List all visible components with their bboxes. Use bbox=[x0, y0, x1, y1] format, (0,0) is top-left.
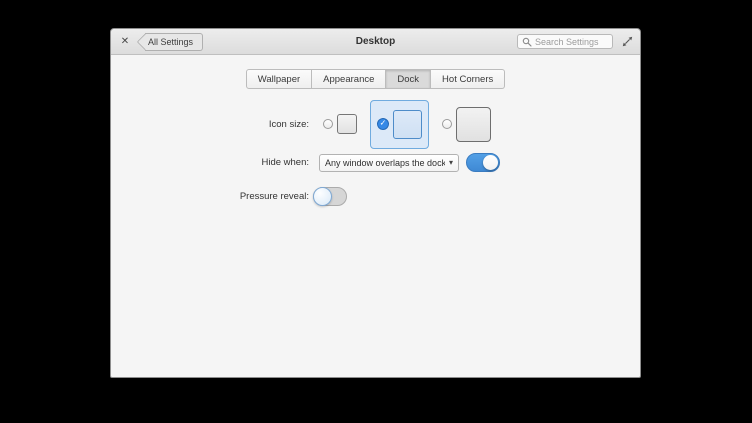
dock-preview-small[interactable] bbox=[337, 114, 357, 134]
pressure-reveal-row: Pressure reveal: bbox=[111, 187, 640, 206]
close-icon[interactable]: ✕ bbox=[117, 34, 133, 50]
radio-small[interactable] bbox=[323, 119, 333, 129]
icon-size-label: Icon size: bbox=[268, 118, 309, 130]
back-button-all-settings[interactable]: All Settings bbox=[145, 32, 204, 51]
resize-icon[interactable] bbox=[620, 34, 634, 50]
icon-size-option-small[interactable] bbox=[323, 114, 357, 134]
toggle-knob bbox=[483, 155, 498, 170]
hide-when-dropdown[interactable]: Any window overlaps the dock ▾ bbox=[319, 153, 459, 172]
tab-appearance[interactable]: Appearance bbox=[312, 69, 387, 89]
chevron-down-icon: ▾ bbox=[448, 158, 453, 167]
tab-wallpaper[interactable]: Wallpaper bbox=[245, 69, 313, 89]
dock-preview-medium[interactable] bbox=[393, 109, 422, 139]
hide-when-toggle[interactable] bbox=[466, 153, 500, 172]
check-icon: ✓ bbox=[379, 118, 387, 128]
toggle-knob bbox=[313, 187, 332, 206]
tab-hot-corners[interactable]: Hot Corners bbox=[431, 69, 506, 89]
icon-size-option-large[interactable] bbox=[442, 106, 491, 142]
settings-window: ✕ All Settings Desktop Wallpaper App bbox=[110, 28, 641, 378]
hide-when-row: Hide when: Any window overlaps the dock … bbox=[111, 153, 640, 172]
radio-large[interactable] bbox=[442, 119, 452, 129]
search-input[interactable] bbox=[535, 36, 608, 47]
pressure-reveal-toggle[interactable] bbox=[313, 187, 347, 206]
back-button-label: All Settings bbox=[148, 36, 194, 47]
search-icon bbox=[522, 37, 532, 47]
icon-size-row: Icon size: ✓ bbox=[111, 99, 640, 149]
icon-size-option-medium[interactable]: ✓ bbox=[370, 99, 429, 149]
tab-dock[interactable]: Dock bbox=[386, 69, 432, 89]
dock-preview-large[interactable] bbox=[456, 106, 491, 142]
radio-medium-checked[interactable]: ✓ bbox=[377, 118, 389, 130]
hide-when-dropdown-value: Any window overlaps the dock bbox=[325, 157, 445, 168]
category-tabbar: Wallpaper Appearance Dock Hot Corners bbox=[111, 69, 640, 89]
hide-when-label: Hide when: bbox=[261, 157, 309, 168]
icon-size-options: ✓ bbox=[323, 99, 491, 149]
pressure-reveal-label: Pressure reveal: bbox=[239, 191, 309, 202]
header-bar: ✕ All Settings Desktop bbox=[111, 29, 640, 55]
search-field[interactable] bbox=[517, 34, 613, 49]
